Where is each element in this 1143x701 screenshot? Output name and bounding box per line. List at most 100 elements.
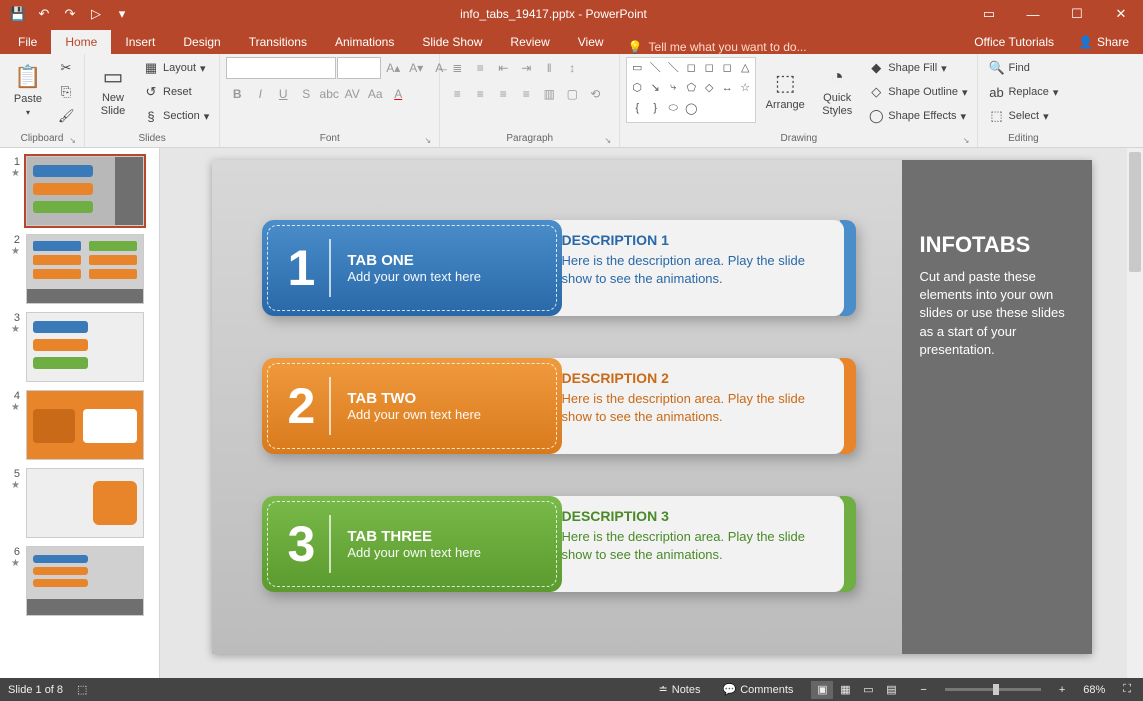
paste-button[interactable]: 📋 Paste ▾ bbox=[6, 57, 50, 125]
line-spacing-button[interactable]: ‖ bbox=[538, 57, 560, 79]
font-launcher[interactable]: ↘ bbox=[425, 136, 432, 145]
decrease-indent-button[interactable]: ⇤ bbox=[492, 57, 514, 79]
align-left-button[interactable]: ≡ bbox=[446, 83, 468, 105]
tab-animations[interactable]: Animations bbox=[321, 30, 408, 54]
tell-me-search[interactable]: 💡 Tell me what you want to do... bbox=[618, 40, 817, 54]
arrange-button[interactable]: ⬚ Arrange bbox=[760, 57, 810, 125]
zoom-level[interactable]: 68% bbox=[1083, 684, 1105, 696]
tab-header-3[interactable]: 3 TAB THREE Add your own text here bbox=[262, 496, 562, 592]
office-tutorials-link[interactable]: Office Tutorials bbox=[960, 30, 1068, 54]
scrollbar-thumb[interactable] bbox=[1129, 152, 1141, 272]
numbering-button[interactable]: ≡ bbox=[469, 57, 491, 79]
qat-customize-button[interactable]: ▾ bbox=[110, 3, 134, 25]
tab-transitions[interactable]: Transitions bbox=[235, 30, 321, 54]
infotab-2[interactable]: 2 TAB TWO Add your own text here DESCRIP… bbox=[262, 358, 882, 454]
tab-review[interactable]: Review bbox=[496, 30, 563, 54]
undo-button[interactable]: ↶ bbox=[32, 3, 56, 25]
new-slide-button[interactable]: ▭ New Slide bbox=[91, 57, 135, 125]
tab-header-2[interactable]: 2 TAB TWO Add your own text here bbox=[262, 358, 562, 454]
zoom-slider[interactable] bbox=[945, 688, 1041, 691]
comments-button[interactable]: 💬Comments bbox=[719, 683, 798, 696]
font-size-select[interactable] bbox=[337, 57, 381, 79]
char-spacing-button[interactable]: AV bbox=[341, 83, 363, 105]
shapes-gallery[interactable]: ▭＼＼◻◻◻ △⬡↘⤷⬠◇ ↔☆{}⬭◯ bbox=[626, 57, 756, 123]
thumbnail-image[interactable] bbox=[26, 390, 144, 460]
save-button[interactable]: 💾 bbox=[6, 3, 30, 25]
strikethrough-button[interactable]: S bbox=[295, 83, 317, 105]
close-button[interactable]: ✕ bbox=[1099, 0, 1143, 28]
align-center-button[interactable]: ≡ bbox=[469, 83, 491, 105]
shape-fill-button[interactable]: ◆Shape Fill ▾ bbox=[864, 57, 971, 79]
thumbnail-4[interactable]: 4★ bbox=[0, 388, 159, 466]
text-direction-button[interactable]: ↕ bbox=[561, 57, 583, 79]
bullets-button[interactable]: ≣ bbox=[446, 57, 468, 79]
tab-home[interactable]: Home bbox=[51, 30, 111, 54]
notes-button[interactable]: ≐Notes bbox=[655, 683, 705, 696]
bold-button[interactable]: B bbox=[226, 83, 248, 105]
thumbnail-image[interactable] bbox=[26, 312, 144, 382]
thumbnail-image[interactable] bbox=[26, 546, 144, 616]
format-painter-button[interactable]: 🖌 bbox=[54, 105, 78, 127]
slide-canvas-area[interactable]: 1 TAB ONE Add your own text here DESCRIP… bbox=[160, 148, 1143, 678]
slide-thumbnail-panel[interactable]: 1★ 2★ 3★ bbox=[0, 148, 160, 678]
columns-button[interactable]: ▥ bbox=[538, 83, 560, 105]
infotab-1[interactable]: 1 TAB ONE Add your own text here DESCRIP… bbox=[262, 220, 882, 316]
section-button[interactable]: §Section ▾ bbox=[139, 105, 213, 127]
fit-to-window-button[interactable]: ⛶ bbox=[1119, 683, 1135, 696]
zoom-in-button[interactable]: + bbox=[1055, 684, 1069, 696]
increase-font-button[interactable]: A▴ bbox=[382, 57, 404, 79]
decrease-font-button[interactable]: A▾ bbox=[405, 57, 427, 79]
slideshow-view-button[interactable]: ▤ bbox=[880, 681, 902, 699]
thumbnail-6[interactable]: 6★ bbox=[0, 544, 159, 622]
redo-button[interactable]: ↷ bbox=[58, 3, 82, 25]
drawing-launcher[interactable]: ↘ bbox=[963, 136, 970, 145]
spell-check-icon[interactable]: ⬚ bbox=[77, 683, 87, 696]
thumbnail-1[interactable]: 1★ bbox=[0, 154, 159, 232]
replace-button[interactable]: abReplace ▾ bbox=[984, 81, 1062, 103]
tab-description-1[interactable]: DESCRIPTION 1 Here is the description ar… bbox=[544, 220, 844, 316]
clipboard-launcher[interactable]: ↘ bbox=[69, 136, 76, 145]
reading-view-button[interactable]: ▭ bbox=[857, 681, 879, 699]
tab-insert[interactable]: Insert bbox=[111, 30, 169, 54]
minimize-button[interactable]: — bbox=[1011, 0, 1055, 28]
copy-button[interactable]: ⎘ bbox=[54, 81, 78, 103]
align-right-button[interactable]: ≡ bbox=[492, 83, 514, 105]
quick-styles-button[interactable]: ◔ Quick Styles bbox=[814, 57, 860, 125]
restore-button[interactable]: ☐ bbox=[1055, 0, 1099, 28]
ribbon-display-options-button[interactable]: ▭ bbox=[967, 0, 1011, 28]
thumbnail-image[interactable] bbox=[26, 156, 144, 226]
thumbnail-image[interactable] bbox=[26, 234, 144, 304]
tab-description-3[interactable]: DESCRIPTION 3 Here is the description ar… bbox=[544, 496, 844, 592]
vertical-scrollbar[interactable] bbox=[1127, 148, 1143, 678]
shadow-button[interactable]: abc bbox=[318, 83, 340, 105]
find-button[interactable]: 🔍Find bbox=[984, 57, 1062, 79]
select-button[interactable]: ⬚Select ▾ bbox=[984, 105, 1062, 127]
thumbnail-3[interactable]: 3★ bbox=[0, 310, 159, 388]
shape-effects-button[interactable]: ◯Shape Effects ▾ bbox=[864, 105, 971, 127]
normal-view-button[interactable]: ▣ bbox=[811, 681, 833, 699]
tab-description-2[interactable]: DESCRIPTION 2 Here is the description ar… bbox=[544, 358, 844, 454]
change-case-button[interactable]: Aa bbox=[364, 83, 386, 105]
font-color-button[interactable]: A bbox=[387, 83, 409, 105]
tab-header-1[interactable]: 1 TAB ONE Add your own text here bbox=[262, 220, 562, 316]
tab-design[interactable]: Design bbox=[169, 30, 234, 54]
zoom-out-button[interactable]: − bbox=[916, 684, 930, 696]
slide[interactable]: 1 TAB ONE Add your own text here DESCRIP… bbox=[212, 160, 1092, 654]
reset-button[interactable]: ↺Reset bbox=[139, 81, 213, 103]
align-text-button[interactable]: ▢ bbox=[561, 83, 583, 105]
thumbnail-image[interactable] bbox=[26, 468, 144, 538]
thumbnail-5[interactable]: 5★ bbox=[0, 466, 159, 544]
italic-button[interactable]: I bbox=[249, 83, 271, 105]
underline-button[interactable]: U bbox=[272, 83, 294, 105]
shape-outline-button[interactable]: ◇Shape Outline ▾ bbox=[864, 81, 971, 103]
start-from-beginning-button[interactable]: ▷ bbox=[84, 3, 108, 25]
slide-counter[interactable]: Slide 1 of 8 bbox=[8, 684, 63, 696]
increase-indent-button[interactable]: ⇥ bbox=[515, 57, 537, 79]
tab-slideshow[interactable]: Slide Show bbox=[408, 30, 496, 54]
layout-button[interactable]: ▦Layout ▾ bbox=[139, 57, 213, 79]
sorter-view-button[interactable]: ▦ bbox=[834, 681, 856, 699]
smartart-button[interactable]: ⟲ bbox=[584, 83, 606, 105]
slide-sidebar[interactable]: INFOTABS Cut and paste these elements in… bbox=[902, 160, 1092, 654]
tab-file[interactable]: File bbox=[4, 30, 51, 54]
paragraph-launcher[interactable]: ↘ bbox=[605, 136, 612, 145]
